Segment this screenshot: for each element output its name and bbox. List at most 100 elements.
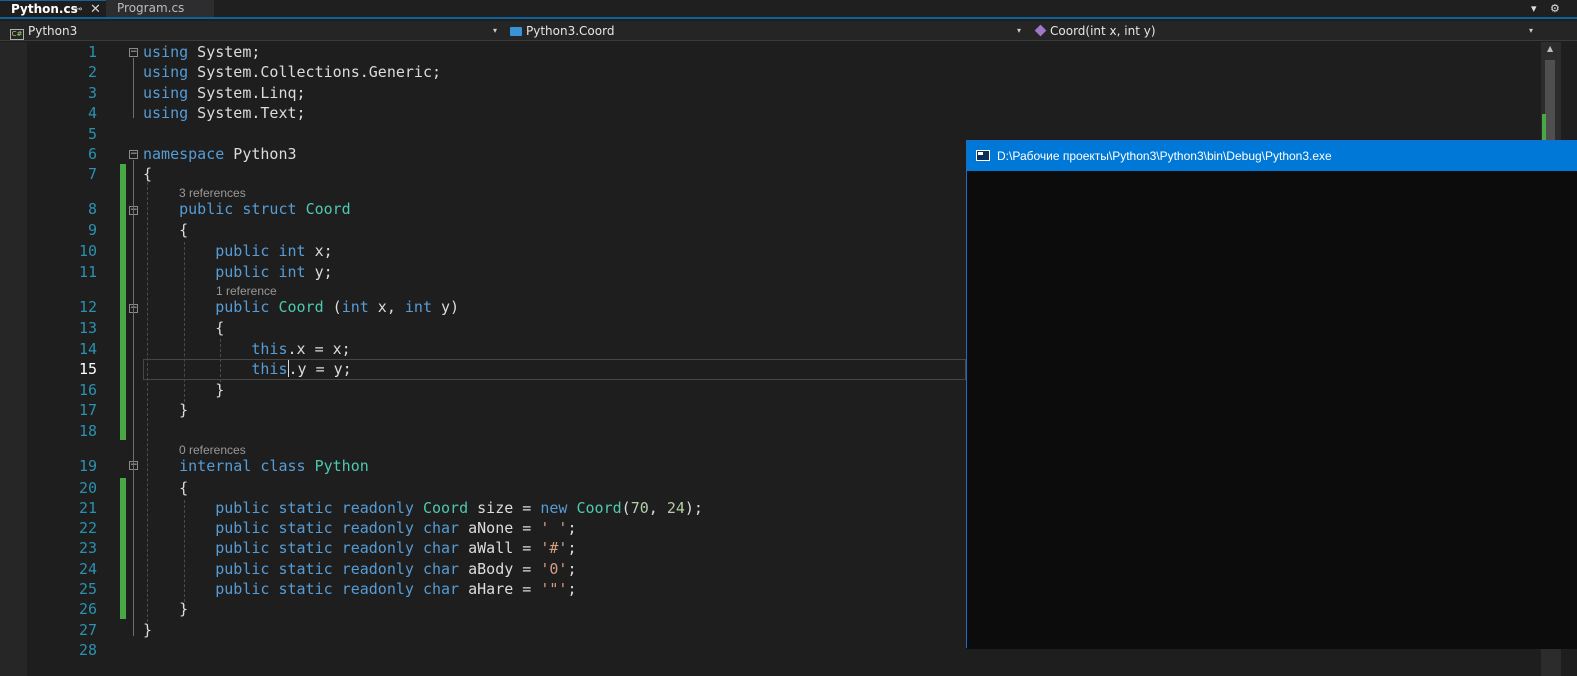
code-text[interactable]: public static readonly char aNone = ' '; bbox=[143, 518, 576, 538]
code-text[interactable]: public int x; bbox=[143, 241, 332, 261]
pin-icon[interactable]: ⊸ bbox=[74, 1, 82, 18]
method-icon bbox=[1034, 24, 1047, 37]
code-text[interactable]: public static readonly char aWall = '#'; bbox=[143, 538, 577, 558]
scroll-up-icon[interactable]: ▲ bbox=[1547, 44, 1553, 53]
code-token: public bbox=[215, 263, 270, 281]
code-token: Coord bbox=[576, 499, 622, 517]
code-text[interactable]: } bbox=[143, 620, 152, 640]
code-token: } bbox=[143, 401, 189, 419]
line-number: 10 bbox=[78, 242, 97, 260]
struct-icon bbox=[510, 27, 522, 36]
csharp-project-icon: C# bbox=[10, 29, 24, 40]
code-text[interactable]: public static readonly Coord size = new … bbox=[143, 498, 703, 518]
line-number: 3 bbox=[87, 84, 97, 102]
project-label: Python3 bbox=[28, 24, 78, 38]
code-token: y; bbox=[305, 263, 333, 281]
line-number: 4 bbox=[87, 104, 97, 122]
tab-program-cs[interactable]: Program.cs bbox=[106, 0, 214, 17]
code-token: { bbox=[143, 319, 225, 337]
code-line[interactable]: 4 using System.Text; bbox=[0, 103, 1540, 123]
code-token: System.Text; bbox=[188, 104, 306, 122]
code-token: char bbox=[422, 519, 460, 537]
console-title-bar[interactable]: D:\Рабочие проекты\Python3\Python3\bin\D… bbox=[967, 141, 1577, 171]
code-text[interactable]: public static readonly char aHare = '"'; bbox=[143, 579, 576, 599]
codelens-references[interactable]: 0 references bbox=[179, 443, 246, 457]
code-text[interactable]: } bbox=[143, 400, 188, 420]
code-line[interactable]: 1 using System; bbox=[0, 42, 1540, 62]
code-text[interactable]: using System.Collections.Generic; bbox=[143, 62, 441, 82]
type-label: Python3.Coord bbox=[526, 24, 615, 38]
code-text[interactable]: { bbox=[143, 318, 224, 338]
console-title: D:\Рабочие проекты\Python3\Python3\bin\D… bbox=[997, 149, 1332, 163]
code-token: 24 bbox=[666, 499, 685, 517]
type-dropdown[interactable]: Python3.Coord ▾ bbox=[510, 22, 1026, 40]
code-token: public bbox=[179, 200, 234, 218]
line-number: 5 bbox=[87, 125, 97, 143]
code-token: Coord bbox=[305, 200, 351, 218]
line-number: 18 bbox=[78, 422, 97, 440]
code-token: System.Collections.Generic; bbox=[188, 63, 442, 81]
console-window[interactable]: D:\Рабочие проекты\Python3\Python3\bin\D… bbox=[966, 140, 1577, 649]
code-text[interactable]: { bbox=[143, 164, 152, 184]
code-line[interactable]: 2 using System.Collections.Generic; bbox=[0, 62, 1540, 82]
project-dropdown[interactable]: C# Python3 ▾ bbox=[10, 22, 502, 40]
code-token: new bbox=[540, 499, 568, 517]
code-text[interactable]: public Coord (int x, int y) bbox=[143, 297, 459, 317]
code-token: int bbox=[278, 242, 306, 260]
code-text[interactable]: public struct Coord bbox=[143, 199, 351, 219]
line-number: 9 bbox=[87, 221, 97, 239]
navigation-bar: C# Python3 ▾ Python3.Coord ▾ Coord(int x,… bbox=[0, 21, 1577, 41]
code-text[interactable]: using System.Text; bbox=[143, 103, 306, 123]
code-token: x, bbox=[368, 298, 405, 316]
code-token: using bbox=[143, 104, 189, 122]
code-text[interactable]: this.x = x; bbox=[143, 339, 350, 359]
code-token: static bbox=[278, 539, 333, 557]
code-text[interactable]: public static readonly char aBody = '0'; bbox=[143, 559, 576, 579]
tab-python-cs[interactable]: Python.cs ⊸ ✕ bbox=[0, 0, 106, 17]
code-line[interactable]: 3 using System.Linq; bbox=[0, 83, 1540, 103]
code-token: aWall = bbox=[459, 539, 541, 557]
code-token: char bbox=[422, 560, 460, 578]
line-number: 28 bbox=[78, 641, 97, 659]
code-token: static bbox=[278, 580, 333, 598]
code-text[interactable]: using System; bbox=[143, 42, 260, 62]
code-token: public bbox=[215, 580, 270, 598]
codelens-references[interactable]: 3 references bbox=[179, 186, 246, 200]
code-text[interactable]: { bbox=[143, 220, 188, 240]
code-text[interactable]: } bbox=[143, 599, 188, 619]
code-token: static bbox=[278, 519, 333, 537]
code-text[interactable]: using System.Linq; bbox=[143, 83, 306, 103]
code-token: internal bbox=[179, 457, 252, 475]
settings-icon[interactable]: ⚙ bbox=[1550, 0, 1560, 17]
code-token: Python bbox=[314, 457, 369, 475]
code-token: ; bbox=[567, 539, 577, 557]
code-token: readonly bbox=[341, 580, 414, 598]
code-text[interactable]: this.y = y; bbox=[143, 359, 352, 379]
code-token: { bbox=[143, 165, 153, 183]
code-text[interactable]: { bbox=[143, 478, 188, 498]
code-token: readonly bbox=[341, 560, 414, 578]
code-text[interactable]: internal class Python bbox=[143, 456, 369, 476]
tab-overflow-icon[interactable]: ▾ bbox=[1531, 0, 1537, 17]
line-number: 23 bbox=[78, 539, 97, 557]
code-text[interactable]: namespace Python3 bbox=[143, 144, 297, 164]
codelens-references[interactable]: 1 reference bbox=[216, 284, 277, 298]
code-text[interactable]: } bbox=[143, 380, 224, 400]
member-label: Coord(int x, int y) bbox=[1050, 24, 1156, 38]
close-icon[interactable]: ✕ bbox=[90, 1, 101, 18]
console-output[interactable] bbox=[967, 171, 1577, 649]
code-text[interactable]: public int y; bbox=[143, 262, 333, 282]
line-number: 22 bbox=[78, 519, 97, 537]
tab-label: Program.cs bbox=[117, 1, 185, 15]
member-dropdown[interactable]: Coord(int x, int y) ▾ bbox=[1034, 22, 1538, 40]
code-token: this bbox=[251, 360, 288, 378]
line-number: 7 bbox=[87, 165, 97, 183]
